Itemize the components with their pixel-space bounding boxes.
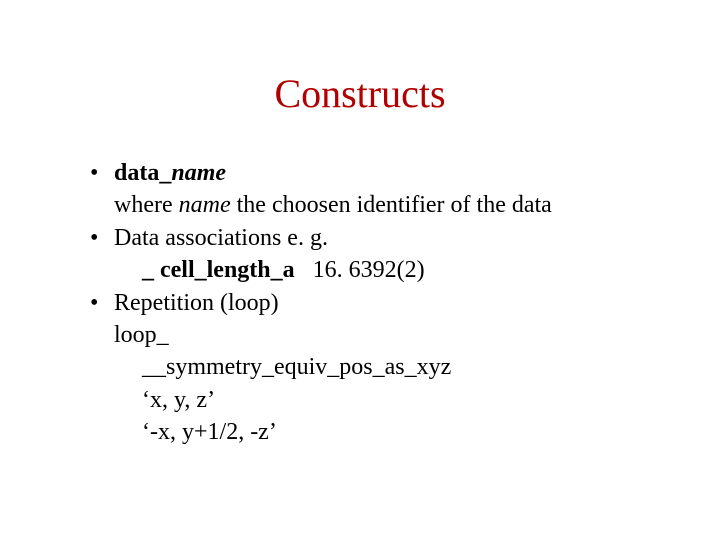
slide: Constructs data_name where name the choo… [0, 0, 720, 540]
text: Data associations e. g. [114, 222, 670, 254]
text: Repetition (loop) [114, 287, 670, 319]
loop-keyword: loop_ [114, 319, 670, 351]
text: the choosen identifier of the data [231, 192, 552, 218]
loop-value: ‘-x, y+1/2, -z’ [114, 416, 670, 448]
loop-value: ‘x, y, z’ [114, 384, 670, 416]
bullet-item: Data associations e. g. _ cell_length_a … [90, 222, 670, 287]
bullet-list: data_name where name the choosen identif… [50, 157, 670, 449]
cif-key: _ cell_length_a [142, 257, 295, 283]
bullet-item: Repetition (loop) loop_ __symmetry_equiv… [90, 287, 670, 449]
slide-title: Constructs [50, 70, 670, 117]
data-name-ident: name [171, 160, 226, 186]
bullet-item: data_name where name the choosen identif… [90, 157, 670, 222]
text-ital: name [179, 192, 231, 218]
cif-value: 16. 6392(2) [295, 257, 425, 283]
data-name-prefix: data_ [114, 160, 171, 186]
text: where [114, 192, 179, 218]
loop-field: __symmetry_equiv_pos_as_xyz [114, 351, 670, 383]
